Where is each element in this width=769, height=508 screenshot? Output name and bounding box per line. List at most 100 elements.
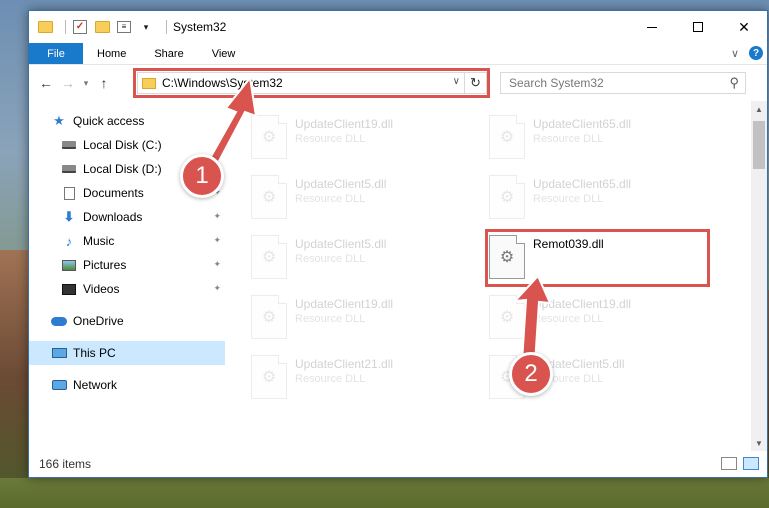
sidebar-item-label: Local Disk (C:) (83, 138, 162, 152)
address-bar-highlight (133, 68, 490, 98)
sidebar-item-label: This PC (73, 346, 116, 360)
properties-icon[interactable]: ≡ (116, 19, 132, 35)
pictures-icon (61, 258, 77, 272)
file-item[interactable]: ⚙ UpdateClient21.dll Resource DLL (251, 355, 471, 407)
file-name: UpdateClient65.dll (533, 177, 632, 191)
file-type: Resource DLL (533, 313, 604, 325)
sidebar-item-videos[interactable]: Videos ✦ (29, 277, 225, 301)
maximize-icon (693, 22, 703, 32)
sidebar-item-pictures[interactable]: Pictures ✦ (29, 253, 225, 277)
help-icon[interactable]: ? (749, 46, 763, 60)
window-title: System32 (173, 20, 227, 34)
vertical-scrollbar[interactable]: ▲ ▼ (751, 101, 767, 451)
file-name: UpdateClient21.dll (295, 357, 394, 371)
star-icon: ★ (53, 113, 65, 128)
file-item[interactable]: ⚙ UpdateClient5.dll Resource DLL (251, 175, 471, 227)
sidebar-item-quick-access[interactable]: ★ Quick access (29, 109, 225, 133)
view-buttons (721, 457, 759, 470)
properties-check-icon[interactable]: ✓ (72, 19, 88, 35)
maximize-button[interactable] (675, 11, 721, 43)
minimize-icon (647, 26, 657, 28)
search-input[interactable]: Search System32 ⚲ (500, 72, 746, 94)
sidebar-item-label: Network (73, 378, 118, 392)
dll-file-icon: ⚙ (251, 115, 287, 159)
dll-file-icon: ⚙ (251, 355, 287, 399)
sidebar-item-downloads[interactable]: ⬇ Downloads ✦ (29, 205, 225, 229)
file-item[interactable]: ⚙ UpdateClient19.dll Resource DLL (489, 295, 709, 347)
file-type: Resource DLL (295, 373, 366, 385)
file-explorer-window: ✓ ≡ ▾ System32 ✕ File Home Share View ∨ … (28, 10, 768, 478)
recent-locations-chevron-icon[interactable]: ▾ (79, 72, 93, 94)
file-highlight-box (485, 229, 710, 287)
scroll-up-icon[interactable]: ▲ (751, 101, 767, 117)
drive-icon (61, 138, 77, 152)
pin-icon[interactable]: ✦ (213, 259, 221, 270)
minimize-button[interactable] (629, 11, 675, 43)
file-item[interactable]: ⚙ UpdateClient65.dll Resource DLL (489, 175, 709, 227)
dll-file-icon: ⚙ (489, 175, 525, 219)
scroll-down-icon[interactable]: ▼ (751, 435, 767, 451)
document-icon (61, 186, 77, 200)
details-view-icon[interactable] (721, 457, 737, 470)
ribbon-right: ∨ ? (731, 46, 763, 60)
pin-icon[interactable]: ✦ (213, 211, 221, 222)
music-icon: ♪ (65, 233, 73, 249)
pin-icon[interactable]: ✦ (213, 235, 221, 246)
sidebar-item-label: Music (83, 234, 115, 248)
ribbon-tabs: File Home Share View ∨ ? (29, 43, 767, 65)
tab-file[interactable]: File (29, 43, 83, 64)
sidebar-item-label: Downloads (83, 210, 143, 224)
file-type: Resource DLL (295, 253, 366, 265)
file-name: UpdateClient19.dll (295, 297, 394, 311)
file-name: UpdateClient65.dll (533, 117, 632, 131)
file-name: UpdateClient19.dll (295, 117, 394, 131)
new-folder-icon[interactable] (94, 19, 110, 35)
step-1-badge: 1 (180, 154, 224, 198)
title-separator-2 (166, 20, 167, 34)
file-type: Resource DLL (533, 133, 604, 145)
file-name: UpdateClient5.dll (295, 177, 387, 191)
scroll-thumb[interactable] (753, 121, 765, 169)
close-button[interactable]: ✕ (721, 11, 767, 43)
file-item[interactable]: ⚙ UpdateClient19.dll Resource DLL (251, 295, 471, 347)
tab-share[interactable]: Share (140, 43, 197, 64)
item-count: 166 items (39, 457, 92, 471)
sidebar-item-this-pc[interactable]: This PC (29, 341, 225, 365)
file-name: UpdateClient5.dll (295, 237, 387, 251)
tab-view[interactable]: View (198, 43, 250, 64)
back-arrow-icon[interactable]: ← (35, 72, 57, 94)
file-item[interactable]: ⚙ UpdateClient65.dll Resource DLL (489, 115, 709, 167)
sidebar-item-network[interactable]: Network (29, 373, 225, 397)
sidebar-item-local-disk-c[interactable]: Local Disk (C:) (29, 133, 225, 157)
sidebar-item-label: Videos (83, 282, 120, 296)
search-placeholder: Search System32 (509, 76, 604, 90)
title-bar: ✓ ≡ ▾ System32 ✕ (29, 11, 767, 43)
sidebar-item-onedrive[interactable]: OneDrive (29, 309, 225, 333)
file-type: Resource DLL (295, 313, 366, 325)
folder-icon (37, 19, 53, 35)
dll-file-icon: ⚙ (489, 295, 525, 339)
customize-toolbar-chevron-icon[interactable]: ▾ (138, 19, 154, 35)
dll-file-icon: ⚙ (251, 295, 287, 339)
forward-arrow-icon[interactable]: → (57, 72, 79, 94)
file-item[interactable]: ⚙ UpdateClient5.dll Resource DLL (251, 235, 471, 287)
download-icon: ⬇ (63, 209, 75, 224)
computer-icon (51, 346, 67, 360)
navigation-bar: ← → ▾ ↑ C:\Windows\System32 ∨ ↻ Search S… (29, 65, 767, 101)
sidebar-item-label: Local Disk (D:) (83, 162, 162, 176)
desktop-ground (0, 478, 769, 508)
network-icon (51, 378, 67, 392)
file-item[interactable]: ⚙ UpdateClient19.dll Resource DLL (251, 115, 471, 167)
expand-ribbon-chevron-icon[interactable]: ∨ (731, 47, 739, 60)
large-icons-view-icon[interactable] (743, 457, 759, 470)
pin-icon[interactable]: ✦ (213, 283, 221, 294)
sidebar-item-label: Quick access (73, 114, 145, 128)
file-list: ⚙ UpdateClient19.dll Resource DLL ⚙ Updat… (225, 101, 767, 451)
dll-file-icon: ⚙ (251, 175, 287, 219)
up-arrow-icon[interactable]: ↑ (93, 72, 115, 94)
navigation-pane: ★ Quick access Local Disk (C:) Local Dis… (29, 101, 225, 451)
sidebar-item-music[interactable]: ♪ Music ✦ (29, 229, 225, 253)
sidebar-item-label: Pictures (83, 258, 127, 272)
tab-home[interactable]: Home (83, 43, 140, 64)
file-type: Resource DLL (295, 133, 366, 145)
